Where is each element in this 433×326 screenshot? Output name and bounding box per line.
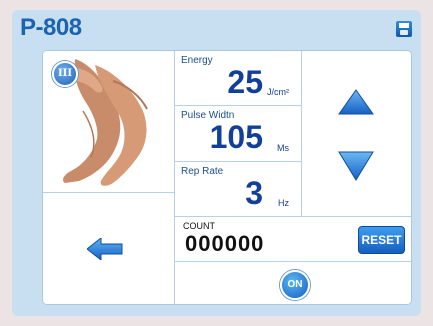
back-cell	[43, 193, 174, 304]
energy-label: Energy	[181, 55, 213, 66]
energy-cell: Energy 25 J/cm²	[175, 51, 301, 105]
adjust-cell	[302, 51, 411, 216]
arrow-left-icon[interactable]	[87, 238, 123, 260]
counter-cell: COUNT 000000 RESET	[175, 217, 411, 261]
pulse-width-unit: Ms	[277, 143, 289, 153]
power-cell: ON	[175, 262, 411, 304]
save-icon[interactable]	[396, 21, 412, 37]
on-button[interactable]: ON	[280, 270, 310, 300]
count-label: COUNT	[183, 221, 215, 231]
treatment-area-cell: III	[43, 51, 174, 192]
reset-button[interactable]: RESET	[358, 226, 405, 254]
triangle-up-icon[interactable]	[338, 89, 374, 115]
app-title: P-808	[20, 14, 82, 41]
mode-badge[interactable]: III	[52, 61, 78, 87]
count-value: 000000	[185, 231, 265, 256]
energy-unit: J/cm²	[267, 87, 289, 97]
rep-rate-cell[interactable]: Rep Rate 3 Hz	[175, 162, 301, 216]
pulse-width-value: 105	[209, 119, 263, 155]
main-panel: III Energy 25 J/cm² Pulse Widtn 105 Ms R…	[42, 50, 412, 305]
pulse-width-cell[interactable]: Pulse Widtn 105 Ms	[175, 106, 301, 161]
device-screen: P-808 III Energy 25 J/cm² Pulse Widtn 10…	[12, 10, 421, 316]
rep-rate-label: Rep Rate	[181, 166, 224, 177]
rep-rate-value: 3	[245, 175, 263, 211]
energy-value: 25	[227, 64, 263, 100]
triangle-down-icon[interactable]	[338, 151, 374, 181]
rep-rate-unit: Hz	[278, 198, 289, 208]
